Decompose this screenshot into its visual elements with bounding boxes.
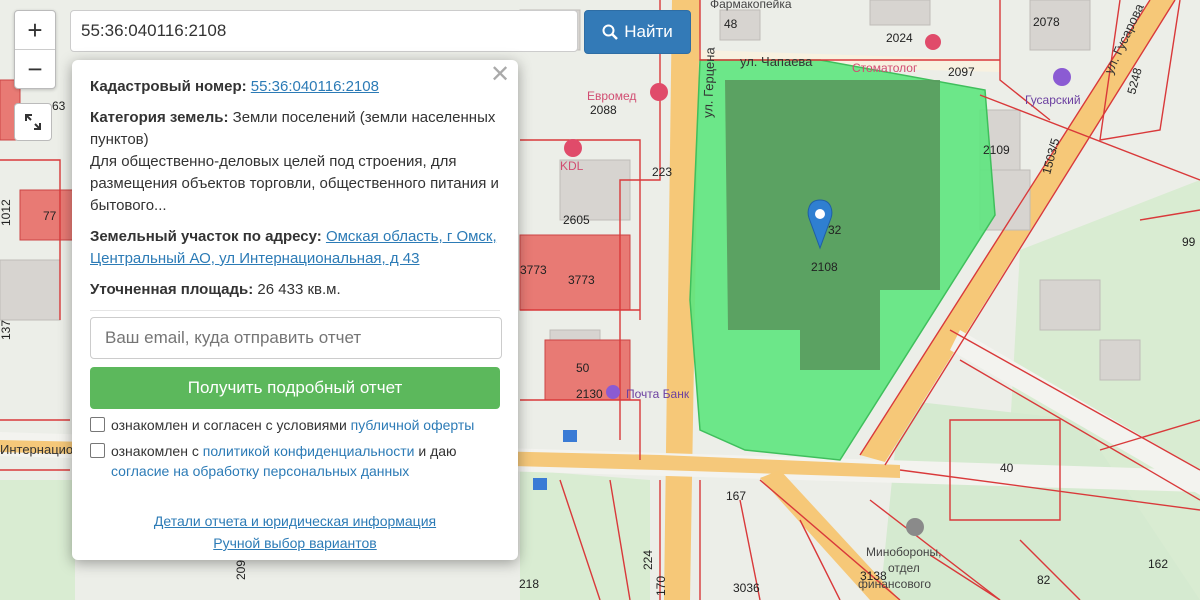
svg-text:82: 82: [1037, 573, 1051, 587]
zoom-out-button[interactable]: −: [15, 49, 55, 88]
svg-text:209: 209: [234, 560, 248, 580]
expand-icon: [25, 114, 41, 130]
public-offer-link[interactable]: публичной оферты: [351, 417, 475, 433]
parcel-info-popup: ✕ Кадастровый номер: 55:36:040116:2108 К…: [72, 60, 518, 560]
svg-text:50: 50: [576, 361, 590, 375]
zoom-in-button[interactable]: +: [15, 11, 55, 49]
svg-text:Евромед: Евромед: [587, 89, 636, 103]
search-button-label: Найти: [624, 22, 673, 41]
svg-text:224: 224: [641, 550, 655, 570]
svg-text:3773: 3773: [520, 263, 547, 277]
svg-text:170: 170: [654, 576, 668, 596]
divider: [90, 310, 500, 311]
privacy-checkbox[interactable]: [90, 443, 105, 458]
svg-text:2097: 2097: [948, 65, 975, 79]
area-row: Уточненная площадь: 26 433 кв.м.: [90, 279, 500, 301]
search-icon: [602, 24, 619, 40]
offer-consent-row: ознакомлен и согласен с условиями публич…: [90, 415, 500, 435]
address-label: Земельный участок по адресу:: [90, 228, 322, 245]
svg-text:48: 48: [724, 17, 738, 31]
svg-text:ул. Чапаева: ул. Чапаева: [740, 54, 813, 69]
manual-selection-link[interactable]: Ручной выбор вариантов: [213, 535, 377, 551]
land-category-row: Категория земель: Земли поселений (земли…: [90, 107, 500, 217]
svg-text:2605: 2605: [563, 213, 590, 227]
svg-text:32: 32: [828, 223, 842, 237]
cadastral-number-link[interactable]: 55:36:040116:2108: [251, 78, 379, 95]
zoom-controls: + −: [14, 10, 56, 89]
privacy-text-2: и даю: [418, 443, 457, 459]
svg-text:63: 63: [52, 99, 66, 113]
svg-text:99: 99: [1182, 235, 1196, 249]
svg-text:77: 77: [43, 209, 57, 223]
popup-footer-links: Детали отчета и юридическая информация Р…: [72, 510, 518, 554]
svg-text:137: 137: [0, 320, 13, 340]
svg-text:2024: 2024: [886, 31, 913, 45]
svg-text:KDL: KDL: [560, 159, 584, 173]
svg-text:ул. Герцена: ул. Герцена: [700, 46, 717, 118]
svg-text:2108: 2108: [811, 260, 838, 274]
svg-text:Стоматолог: Стоматолог: [852, 61, 918, 75]
svg-text:218: 218: [519, 577, 539, 591]
get-report-button[interactable]: Получить подробный отчет: [90, 367, 500, 409]
area-value: 26 433 кв.м.: [257, 281, 341, 298]
svg-text:167: 167: [726, 489, 746, 503]
cadastral-label: Кадастровый номер:: [90, 78, 247, 95]
usage-value: Для общественно-деловых целей под строен…: [90, 153, 499, 214]
svg-text:1012: 1012: [0, 199, 13, 226]
search-button[interactable]: Найти: [584, 10, 691, 54]
privacy-consent-row: ознакомлен с политикой конфиденциальност…: [90, 441, 500, 481]
svg-text:финансового: финансового: [858, 577, 931, 591]
fullscreen-button[interactable]: [14, 103, 52, 141]
offer-text: ознакомлен и согласен с условиями: [111, 417, 347, 433]
offer-checkbox[interactable]: [90, 417, 105, 432]
svg-text:2078: 2078: [1033, 15, 1060, 29]
svg-text:3036: 3036: [733, 581, 760, 595]
svg-text:162: 162: [1148, 557, 1168, 571]
svg-text:223: 223: [652, 165, 672, 179]
svg-text:2088: 2088: [590, 103, 617, 117]
email-field[interactable]: [90, 317, 502, 359]
svg-text:3773: 3773: [568, 273, 595, 287]
cadastral-number-row: Кадастровый номер: 55:36:040116:2108: [90, 76, 500, 98]
report-details-link[interactable]: Детали отчета и юридическая информация: [154, 513, 436, 529]
svg-text:Минобороны,: Минобороны,: [866, 545, 941, 559]
svg-text:Фармакопейка: Фармакопейка: [710, 0, 792, 11]
privacy-policy-link[interactable]: политикой конфиденциальности: [203, 443, 415, 459]
svg-text:отдел: отдел: [888, 561, 920, 575]
address-row: Земельный участок по адресу: Омская обла…: [90, 226, 500, 270]
area-label: Уточненная площадь:: [90, 281, 254, 298]
search-input[interactable]: [70, 10, 578, 52]
svg-text:Гусарский: Гусарский: [1025, 93, 1081, 107]
personal-data-consent-link[interactable]: согласие на обработку персональных данны…: [111, 463, 409, 479]
svg-text:2109: 2109: [983, 143, 1010, 157]
privacy-text: ознакомлен с: [111, 443, 199, 459]
svg-text:40: 40: [1000, 461, 1014, 475]
svg-text:2130: 2130: [576, 387, 603, 401]
category-label: Категория земель:: [90, 109, 229, 126]
svg-text:Почта Банк: Почта Банк: [626, 387, 690, 401]
